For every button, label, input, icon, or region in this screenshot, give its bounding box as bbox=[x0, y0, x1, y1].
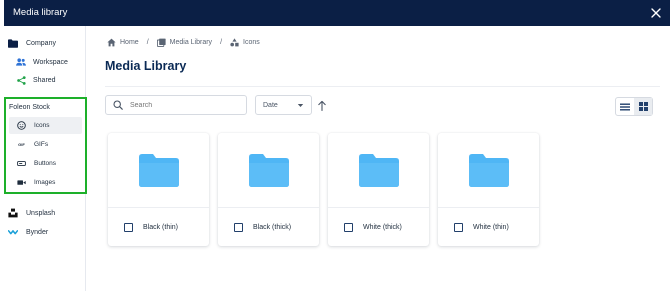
folder-icon bbox=[358, 153, 399, 187]
sidebar-item-icons[interactable]: Icons bbox=[9, 117, 82, 134]
card-footer: Black (thick) bbox=[218, 208, 319, 246]
folder-checkbox[interactable] bbox=[454, 222, 463, 232]
gif-icon: GIF bbox=[17, 140, 26, 149]
breadcrumb-home[interactable]: Home bbox=[107, 38, 139, 47]
search-input[interactable] bbox=[130, 101, 240, 109]
shapes-icon bbox=[230, 38, 239, 47]
folder-card[interactable]: White (thin) bbox=[438, 133, 539, 246]
modal-header: Media library bbox=[4, 0, 670, 26]
sidebar-item-label: Images bbox=[34, 179, 56, 186]
folder-thumbnail bbox=[438, 133, 539, 207]
breadcrumb-label: Media Library bbox=[169, 39, 213, 46]
card-footer: White (thin) bbox=[438, 208, 539, 246]
sidebar-item-label: GIFs bbox=[34, 141, 49, 148]
folder-checkbox[interactable] bbox=[234, 222, 243, 232]
breadcrumb-separator: / bbox=[146, 39, 149, 46]
breadcrumb-icons[interactable]: Icons bbox=[230, 38, 260, 47]
folder-card[interactable]: Black (thin) bbox=[108, 133, 209, 246]
unsplash-icon bbox=[8, 208, 18, 218]
sidebar-section-foleon-stock: Foleon Stock bbox=[9, 104, 50, 111]
search-icon bbox=[113, 100, 123, 110]
folder-checkbox[interactable] bbox=[344, 222, 353, 232]
sidebar-item-label: Shared bbox=[33, 76, 56, 84]
folder-name: Black (thick) bbox=[253, 223, 292, 231]
folder-checkbox[interactable] bbox=[124, 222, 133, 232]
folder-thumbnail bbox=[108, 133, 209, 207]
sidebar-item-workspace[interactable]: Workspace bbox=[16, 53, 68, 71]
sort-direction-button[interactable] bbox=[317, 99, 327, 112]
sidebar-item-gifs[interactable]: GIF GIFs bbox=[9, 136, 82, 153]
folder-name: Black (thin) bbox=[143, 223, 179, 231]
list-view-button[interactable] bbox=[616, 98, 634, 115]
list-icon bbox=[620, 103, 630, 110]
divider bbox=[105, 86, 660, 87]
sidebar-item-label: Bynder bbox=[26, 228, 49, 236]
close-button[interactable] bbox=[649, 6, 663, 20]
people-icon bbox=[16, 57, 26, 67]
breadcrumb-media-library[interactable]: Media Library bbox=[156, 38, 213, 47]
home-icon bbox=[107, 38, 116, 47]
sidebar-item-bynder[interactable]: Bynder bbox=[8, 223, 48, 241]
sidebar-item-label: Workspace bbox=[33, 58, 68, 66]
bynder-icon bbox=[8, 227, 18, 237]
folder-card[interactable]: Black (thick) bbox=[218, 133, 319, 246]
modal-title: Media library bbox=[13, 7, 68, 18]
sidebar-item-images[interactable]: Images bbox=[9, 174, 82, 191]
smiley-icon bbox=[17, 121, 26, 130]
folder-name: White (thick) bbox=[363, 223, 402, 231]
grid-view-button[interactable] bbox=[634, 98, 652, 115]
video-icon bbox=[17, 178, 26, 187]
breadcrumb: Home / Media Library / Icons bbox=[107, 38, 260, 47]
folder-icon bbox=[248, 153, 289, 187]
caret-down-icon bbox=[297, 103, 304, 107]
share-icon bbox=[16, 75, 26, 85]
folder-icon bbox=[138, 153, 179, 187]
sort-select-value: Date bbox=[263, 101, 278, 109]
page-title: Media Library bbox=[105, 59, 187, 73]
sidebar-item-label: Icons bbox=[34, 122, 50, 129]
folder-thumbnail bbox=[328, 133, 429, 207]
svg-text:GIF: GIF bbox=[18, 142, 25, 147]
sidebar-item-buttons[interactable]: Buttons bbox=[9, 155, 82, 172]
button-icon bbox=[17, 159, 26, 168]
sidebar-item-label: Buttons bbox=[34, 160, 57, 167]
card-footer: White (thick) bbox=[328, 208, 429, 246]
search-box[interactable] bbox=[105, 95, 247, 115]
card-footer: Black (thin) bbox=[108, 208, 209, 246]
breadcrumb-label: Icons bbox=[243, 39, 260, 46]
close-icon bbox=[651, 8, 661, 18]
folder-icon bbox=[8, 38, 18, 48]
grid-icon bbox=[638, 102, 648, 111]
sort-select[interactable]: Date bbox=[255, 95, 312, 115]
arrow-up-icon bbox=[318, 100, 326, 112]
breadcrumb-separator: / bbox=[220, 39, 223, 46]
folder-name: White (thin) bbox=[473, 223, 509, 231]
breadcrumb-label: Home bbox=[120, 39, 139, 46]
folder-icon bbox=[468, 153, 509, 187]
sidebar-item-unsplash[interactable]: Unsplash bbox=[8, 204, 55, 222]
sidebar-item-company[interactable]: Company bbox=[8, 34, 56, 52]
library-icon bbox=[156, 38, 166, 47]
sidebar-item-label: Unsplash bbox=[26, 209, 56, 217]
folder-thumbnail bbox=[218, 133, 319, 207]
view-toggle bbox=[615, 97, 653, 116]
sidebar-item-shared[interactable]: Shared bbox=[16, 71, 56, 89]
folder-card[interactable]: White (thick) bbox=[328, 133, 429, 246]
sidebar-item-label: Company bbox=[26, 39, 56, 47]
